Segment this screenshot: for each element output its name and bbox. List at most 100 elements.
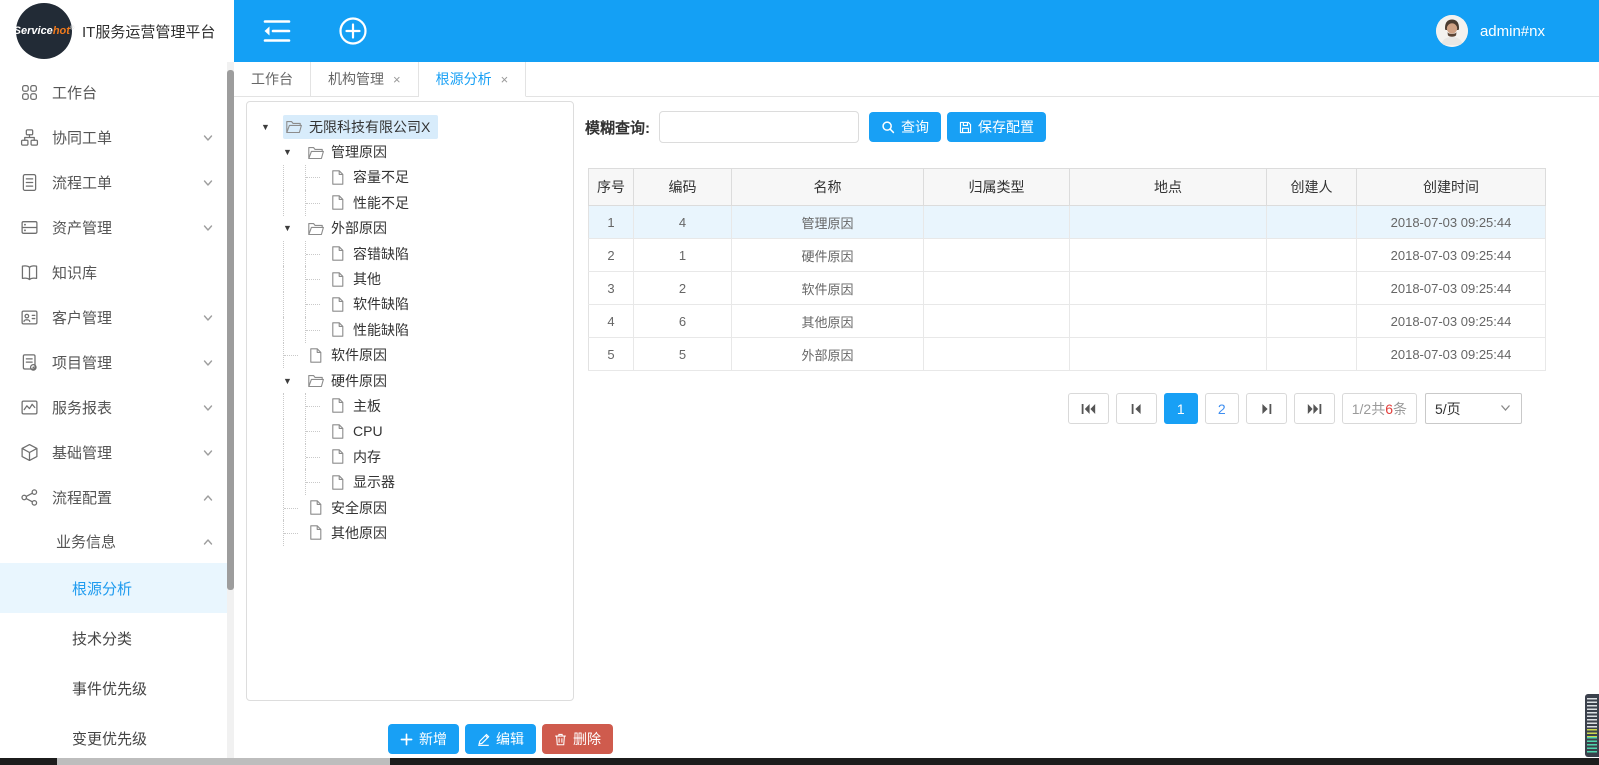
- sidebar-item-业务信息[interactable]: 业务信息: [0, 520, 234, 563]
- tree-expand-arrow-icon[interactable]: ▼: [283, 223, 305, 233]
- folder-icon: [307, 144, 324, 161]
- project-icon: [20, 353, 39, 372]
- report-icon: [20, 398, 39, 417]
- sidebar-item-变更优先级[interactable]: 变更优先级: [0, 713, 234, 763]
- sidebar-item-协同工单[interactable]: 协同工单: [0, 115, 234, 160]
- table-row[interactable]: 55外部原因2018-07-03 09:25:44: [589, 338, 1546, 371]
- prev-page-button[interactable]: [1116, 393, 1157, 424]
- column-header: 地点: [1070, 169, 1267, 206]
- tree-node[interactable]: ▼硬件原因: [251, 368, 569, 393]
- save-config-button[interactable]: 保存配置: [947, 112, 1046, 142]
- tree-node[interactable]: CPU: [251, 419, 569, 444]
- org-icon: [20, 128, 39, 147]
- chevron-down-icon: [202, 222, 214, 234]
- sidebar-item-服务报表[interactable]: 服务报表: [0, 385, 234, 430]
- document-icon: [329, 271, 346, 288]
- document-icon: [329, 169, 346, 186]
- tree-node[interactable]: 软件缺陷: [251, 292, 569, 317]
- tree-expand-arrow-icon[interactable]: ▼: [283, 147, 305, 157]
- table-row[interactable]: 14管理原因2018-07-03 09:25:44: [589, 206, 1546, 239]
- close-tab-icon[interactable]: ×: [393, 72, 401, 87]
- tree-guide-line: [305, 419, 327, 444]
- brand[interactable]: Servicehot® IT服务运营管理平台: [0, 0, 234, 62]
- page-button-1[interactable]: 1: [1164, 393, 1198, 424]
- tree-expand-arrow-icon[interactable]: ▼: [261, 122, 283, 132]
- sidebar-item-根源分析[interactable]: 根源分析: [0, 563, 234, 613]
- add-tab-icon[interactable]: [338, 16, 368, 46]
- folder-icon: [307, 372, 324, 389]
- tree-node[interactable]: ▼无限科技有限公司X: [251, 114, 569, 139]
- tree-node[interactable]: 容量不足: [251, 165, 569, 190]
- close-tab-icon[interactable]: ×: [501, 72, 509, 87]
- sidebar-item-工作台[interactable]: 工作台: [0, 70, 234, 115]
- tree-node[interactable]: 容错缺陷: [251, 241, 569, 266]
- tree-node[interactable]: 其他原因: [251, 520, 569, 545]
- sidebar-item-流程工单[interactable]: 流程工单: [0, 160, 234, 205]
- fuzzy-search-input[interactable]: [659, 111, 859, 143]
- tree-node[interactable]: 软件原因: [251, 343, 569, 368]
- sidebar-item-事件优先级[interactable]: 事件优先级: [0, 663, 234, 713]
- page-button-2[interactable]: 2: [1205, 393, 1239, 424]
- table-cell: 2018-07-03 09:25:44: [1357, 338, 1546, 371]
- query-button[interactable]: 查询: [869, 112, 941, 142]
- tree-node-label: 软件缺陷: [353, 294, 409, 314]
- next-page-button[interactable]: [1246, 393, 1287, 424]
- tree-node-label: 性能缺陷: [353, 320, 409, 340]
- table-row[interactable]: 46其他原因2018-07-03 09:25:44: [589, 305, 1546, 338]
- first-page-button[interactable]: [1068, 393, 1109, 424]
- tree-node[interactable]: 主板: [251, 393, 569, 418]
- tree-node[interactable]: 性能不足: [251, 190, 569, 215]
- tree-expand-arrow-icon[interactable]: ▼: [283, 376, 305, 386]
- tree-node[interactable]: ▼外部原因: [251, 216, 569, 241]
- edit-button[interactable]: 编辑: [465, 724, 536, 754]
- pagination: 121/2共6条5/页: [1068, 393, 1522, 424]
- page-size-value: 5/页: [1435, 399, 1461, 419]
- sidebar-item-技术分类[interactable]: 技术分类: [0, 613, 234, 663]
- tree-node[interactable]: 其他: [251, 266, 569, 291]
- tree-node[interactable]: 安全原因: [251, 495, 569, 520]
- tree-node[interactable]: 显示器: [251, 469, 569, 494]
- sidebar-item-流程配置[interactable]: 流程配置: [0, 475, 234, 520]
- grid-icon: [20, 83, 39, 102]
- sidebar-item-客户管理[interactable]: 客户管理: [0, 295, 234, 340]
- sidebar-item-基础管理[interactable]: 基础管理: [0, 430, 234, 475]
- page-size-select[interactable]: 5/页: [1425, 393, 1522, 424]
- tree-node[interactable]: ▼管理原因: [251, 139, 569, 164]
- chevron-down-icon: [202, 312, 214, 324]
- tree-node-label: 性能不足: [353, 193, 409, 213]
- document-icon: [329, 474, 346, 491]
- table-row[interactable]: 32软件原因2018-07-03 09:25:44: [589, 272, 1546, 305]
- tree-node[interactable]: 内存: [251, 444, 569, 469]
- tree-node[interactable]: 性能缺陷: [251, 317, 569, 342]
- table-row[interactable]: 21硬件原因2018-07-03 09:25:44: [589, 239, 1546, 272]
- sidebar-subitem-label: 事件优先级: [72, 678, 214, 699]
- document-icon: [307, 499, 324, 516]
- sidebar-item-项目管理[interactable]: 项目管理: [0, 340, 234, 385]
- tree-node-body: 软件缺陷: [327, 292, 417, 316]
- delete-button[interactable]: 删除: [542, 724, 613, 754]
- column-header: 归属类型: [924, 169, 1070, 206]
- tab-label: 根源分析: [436, 69, 492, 89]
- sidebar-scrollbar-thumb[interactable]: [227, 70, 234, 590]
- collapse-sidebar-icon[interactable]: [262, 18, 292, 44]
- user-menu[interactable]: admin#nx: [1436, 0, 1545, 62]
- meter-top-bars: [1587, 698, 1597, 729]
- tab-工作台[interactable]: 工作台: [234, 62, 311, 96]
- table-cell: 1: [589, 206, 634, 239]
- top-header: admin#nx: [234, 0, 1599, 62]
- sidebar-item-知识库[interactable]: 知识库: [0, 250, 234, 295]
- sidebar-item-label: 工作台: [52, 82, 214, 103]
- tree-node-body: 内存: [327, 445, 389, 469]
- delete-button-label: 删除: [573, 729, 601, 749]
- sidebar-subitem-label: 业务信息: [56, 531, 202, 552]
- table-cell: 2018-07-03 09:25:44: [1357, 272, 1546, 305]
- tree-guide-line: [283, 444, 305, 469]
- horizontal-scrollbar-thumb[interactable]: [57, 758, 390, 765]
- last-page-button[interactable]: [1294, 393, 1335, 424]
- tab-机构管理[interactable]: 机构管理×: [311, 62, 419, 96]
- sidebar-item-资产管理[interactable]: 资产管理: [0, 205, 234, 250]
- table-cell: [1070, 272, 1267, 305]
- avatar: [1436, 15, 1468, 47]
- add-button[interactable]: 新增: [388, 724, 459, 754]
- tab-根源分析[interactable]: 根源分析 ×: [419, 62, 527, 97]
